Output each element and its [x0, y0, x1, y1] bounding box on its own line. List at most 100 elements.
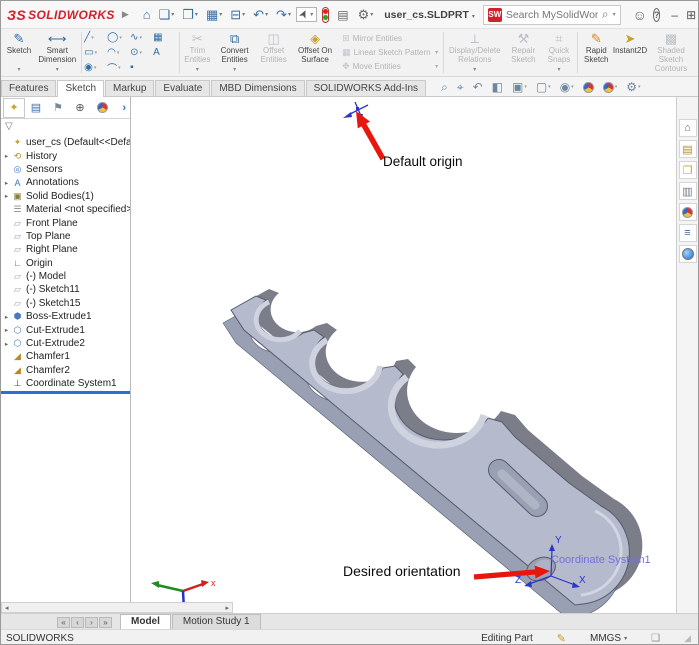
- content-central-icon[interactable]: [678, 245, 697, 263]
- expand-arrow-icon[interactable]: ▸: [2, 179, 11, 187]
- design-library-icon[interactable]: ▤: [678, 140, 697, 158]
- property-tab-builder-icon[interactable]: ≡: [678, 224, 697, 242]
- play-icon[interactable]: ›: [85, 617, 98, 628]
- repair-sketch-button[interactable]: ⚒ Repair Sketch: [505, 30, 542, 75]
- panel-flyout-icon[interactable]: ›: [122, 102, 128, 114]
- arc-tool-icon[interactable]: ◠ ▾: [107, 45, 130, 60]
- configurationmanager-tab[interactable]: ⚑: [47, 98, 69, 118]
- hide-show-items-icon[interactable]: ◉ ▾: [560, 81, 574, 93]
- tree-item-history[interactable]: ▸ ⟲ History: [1, 149, 130, 162]
- scroll-left-icon[interactable]: ◂: [5, 604, 9, 612]
- unit-system-selector[interactable]: MMGS ▾: [590, 633, 627, 644]
- spline-tool-icon[interactable]: ∿ ▾: [130, 30, 153, 45]
- dimxpertmanager-tab[interactable]: ⊕: [69, 98, 91, 118]
- save-icon[interactable]: ▦ ▾: [203, 7, 225, 22]
- search-options-caret-icon[interactable]: ▾: [613, 11, 616, 18]
- text-tool-icon[interactable]: A: [153, 45, 176, 60]
- task-list-icon[interactable]: ▤: [334, 8, 351, 22]
- new-document-icon[interactable]: ❏ ▾: [156, 7, 178, 22]
- tree-item-boss-extrude1[interactable]: ▸ ⬢ Boss-Extrude1: [1, 310, 130, 323]
- display-style-icon[interactable]: ▢ ▾: [536, 81, 551, 93]
- jump-to-start-icon[interactable]: «: [57, 617, 70, 628]
- quick-snaps-button[interactable]: ⌗ Quick Snaps ▾: [542, 30, 576, 75]
- section-view-icon[interactable]: ◧: [492, 81, 503, 93]
- expand-arrow-icon[interactable]: ▸: [2, 192, 11, 200]
- home-icon[interactable]: ⌂: [140, 7, 154, 22]
- custom-properties-icon[interactable]: ▥: [678, 182, 697, 200]
- tree-item-right-plane[interactable]: ▱ Right Plane: [1, 243, 130, 256]
- expand-arrow-icon[interactable]: ▸: [2, 340, 11, 348]
- displaymanager-tab[interactable]: [91, 98, 113, 118]
- tree-item-sensors[interactable]: ◎ Sensors: [1, 163, 130, 176]
- jump-to-end-icon[interactable]: »: [99, 617, 112, 628]
- comment-icon[interactable]: ❑: [651, 633, 660, 644]
- rollback-bar[interactable]: [1, 391, 130, 395]
- move-entities-button[interactable]: ✥ Move Entities ▾: [342, 61, 438, 72]
- smart-dimension-button[interactable]: ⟷ Smart Dimension ▾: [35, 30, 80, 75]
- filter-funnel-icon[interactable]: ▽: [5, 121, 13, 132]
- open-icon[interactable]: ❐ ▾: [179, 7, 201, 22]
- tree-item-chamfer1[interactable]: ◢ Chamfer1: [1, 350, 130, 363]
- print-icon[interactable]: ⊟ ▾: [227, 7, 248, 22]
- line-tool-icon[interactable]: ╱ ▾: [84, 30, 107, 45]
- apply-scene-icon[interactable]: ▾: [602, 81, 617, 93]
- tree-item-origin[interactable]: ∟ Origin: [1, 257, 130, 270]
- expand-arrow-icon[interactable]: ▸: [2, 326, 11, 334]
- tree-item-annotations[interactable]: ▸ A Annotations: [1, 176, 130, 189]
- home-icon[interactable]: ⌂: [678, 119, 697, 137]
- view-orientation-icon[interactable]: ▣ ▾: [512, 81, 527, 93]
- tree-item-front-plane[interactable]: ▱ Front Plane: [1, 216, 130, 229]
- redo-icon[interactable]: ↷ ▾: [273, 7, 294, 22]
- tab-sketch[interactable]: Sketch: [57, 80, 105, 97]
- view-settings-icon[interactable]: ⚙ ▾: [626, 81, 640, 93]
- tree-item-solid-bodies-1[interactable]: ▸ ▣ Solid Bodies(1): [1, 190, 130, 203]
- slot-tool-icon[interactable]: ◉ ▾: [84, 60, 107, 75]
- user-account-icon[interactable]: ☺: [630, 7, 650, 23]
- edit-appearance-icon[interactable]: [582, 81, 594, 93]
- tab-mbd-dimensions[interactable]: MBD Dimensions: [211, 80, 305, 96]
- undo-icon[interactable]: ↶ ▾: [250, 7, 271, 22]
- help-icon[interactable]: ?: [652, 7, 661, 22]
- zoom-to-fit-icon[interactable]: ⌕: [441, 81, 448, 93]
- rapid-sketch-button[interactable]: ✎ Rapid Sketch: [579, 30, 614, 75]
- tree-item-top-plane[interactable]: ▱ Top Plane: [1, 230, 130, 243]
- search-icon[interactable]: ⌕: [602, 7, 609, 22]
- tree-item-cut-extrude1[interactable]: ▸ ⬡ Cut-Extrude1: [1, 323, 130, 336]
- display-delete-relations-button[interactable]: ⟂ Display/Delete Relations ▾: [445, 30, 505, 75]
- mirror-entities-button[interactable]: ⊞ Mirror Entities: [342, 33, 438, 44]
- default-origin-symbol[interactable]: [343, 101, 369, 119]
- rectangle-tool-icon[interactable]: ▭ ▾: [84, 45, 107, 60]
- menu-expand-icon[interactable]: ▶: [122, 9, 129, 20]
- tree-item-chamfer2[interactable]: ◢ Chamfer2: [1, 364, 130, 377]
- tree-item-sketch11[interactable]: ▱ (-) Sketch11: [1, 283, 130, 296]
- tab-features[interactable]: Features: [1, 80, 57, 96]
- tree-item-sketch15[interactable]: ▱ (-) Sketch15: [1, 297, 130, 310]
- step-back-icon[interactable]: ‹: [71, 617, 84, 628]
- expand-arrow-icon[interactable]: ▸: [2, 313, 11, 321]
- point-tool-icon[interactable]: ▪: [130, 60, 153, 75]
- file-explorer-icon[interactable]: ❐: [678, 161, 697, 179]
- tree-item-coordinate-system1[interactable]: ⊥ Coordinate System1: [1, 377, 130, 390]
- circle-tool-icon[interactable]: ◯ ▾: [107, 30, 130, 45]
- previous-view-icon[interactable]: ↶: [473, 81, 483, 93]
- tree-item-model[interactable]: ▱ (-) Model: [1, 270, 130, 283]
- tree-item-cut-extrude2[interactable]: ▸ ⬡ Cut-Extrude2: [1, 337, 130, 350]
- tab-evaluate[interactable]: Evaluate: [155, 80, 211, 96]
- tree-horizontal-scrollbar[interactable]: ◂ ▸: [1, 602, 233, 613]
- tile-windows-icon[interactable]: ⊞: [686, 8, 696, 22]
- minimize-icon[interactable]: –: [671, 8, 678, 22]
- linear-sketch-pattern-button[interactable]: ▦ Linear Sketch Pattern ▾: [342, 47, 438, 58]
- sketch-button[interactable]: ✎ Sketch ▾: [3, 30, 35, 75]
- offset-entities-button[interactable]: ◫ Offset Entities: [255, 30, 292, 75]
- convert-entities-button[interactable]: ⧉ Convert Entities ▾: [214, 30, 255, 75]
- select-cursor-icon[interactable]: ➤ ▾: [296, 7, 318, 22]
- appearances-icon[interactable]: [678, 203, 697, 221]
- featuremanager-tab[interactable]: ✦: [3, 97, 25, 118]
- trim-entities-button[interactable]: ✂ Trim Entities ▾: [181, 30, 214, 75]
- fillet-tool-icon[interactable]: ⌒ ▾: [107, 60, 130, 75]
- propertymanager-tab[interactable]: ▤: [25, 98, 47, 118]
- ellipse-tool-icon[interactable]: ⊙ ▾: [130, 45, 153, 60]
- graphics-viewport[interactable]: Y X Z x z Default origin Desired orie: [131, 97, 676, 613]
- instant2d-button[interactable]: ➤ Instant2D: [613, 30, 647, 75]
- expand-arrow-icon[interactable]: ▸: [2, 152, 11, 160]
